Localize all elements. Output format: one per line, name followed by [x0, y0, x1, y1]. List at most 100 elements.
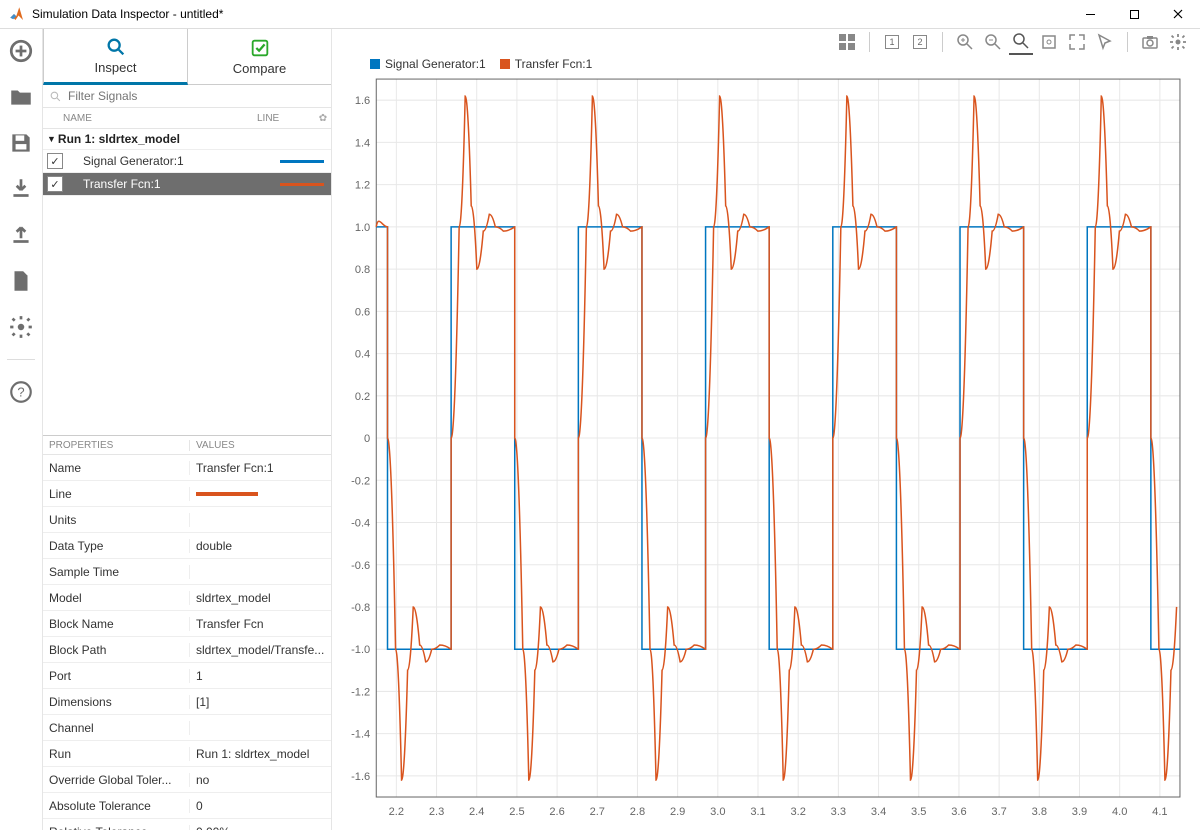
tab-inspect-label: Inspect [95, 60, 137, 75]
property-key: Absolute Tolerance [43, 799, 190, 813]
svg-text:3.0: 3.0 [710, 806, 725, 818]
window-close-button[interactable] [1156, 0, 1200, 28]
property-row[interactable]: Line [43, 481, 331, 507]
subplot-1-button[interactable]: 1 [880, 30, 904, 54]
property-key: Channel [43, 721, 190, 735]
snapshot-button[interactable] [1138, 30, 1162, 54]
left-icon-rail: ? [0, 29, 43, 830]
zoom-in-button[interactable] [953, 30, 977, 54]
svg-text:-1.4: -1.4 [351, 728, 370, 740]
svg-text:?: ? [17, 384, 24, 399]
property-row[interactable]: Data Typedouble [43, 533, 331, 559]
signal-checkbox[interactable]: ✓ [47, 176, 63, 192]
property-row[interactable]: Units [43, 507, 331, 533]
legend-item: Transfer Fcn:1 [500, 57, 593, 71]
signal-row[interactable]: ✓ Signal Generator:1 [43, 150, 331, 173]
svg-text:1.6: 1.6 [355, 95, 370, 107]
tab-compare-label: Compare [233, 61, 286, 76]
svg-text:1.2: 1.2 [355, 179, 370, 191]
properties-col-header: PROPERTIES [43, 440, 190, 451]
filter-signals-input[interactable] [66, 88, 325, 104]
fit-to-view-button[interactable] [1037, 30, 1061, 54]
svg-text:3.5: 3.5 [911, 806, 926, 818]
property-row[interactable]: Override Global Toler...no [43, 767, 331, 793]
property-value: Transfer Fcn [190, 617, 331, 631]
tab-inspect[interactable]: Inspect [43, 29, 188, 85]
property-row[interactable]: Block NameTransfer Fcn [43, 611, 331, 637]
property-row[interactable]: Port1 [43, 663, 331, 689]
svg-text:2.3: 2.3 [429, 806, 444, 818]
import-button[interactable] [5, 173, 37, 205]
signal-name: Transfer Fcn:1 [67, 177, 273, 191]
layout-grid-button[interactable] [835, 30, 859, 54]
cursor-button[interactable] [1093, 30, 1117, 54]
export-button[interactable] [5, 219, 37, 251]
property-row[interactable]: RunRun 1: sldrtex_model [43, 741, 331, 767]
property-row[interactable]: Absolute Tolerance0 [43, 793, 331, 819]
subplot-2-button[interactable]: 2 [908, 30, 932, 54]
signal-table-header: NAME LINE ✿ [43, 108, 331, 129]
help-button[interactable]: ? [5, 376, 37, 408]
magnifier-icon [105, 36, 127, 58]
plot-settings-button[interactable] [1166, 30, 1190, 54]
property-key: Units [43, 513, 190, 527]
chart-area[interactable]: 2.22.32.42.52.62.72.82.93.03.13.23.33.43… [332, 73, 1200, 830]
add-run-button[interactable] [5, 35, 37, 67]
property-row[interactable]: Dimensions[1] [43, 689, 331, 715]
svg-text:2.6: 2.6 [549, 806, 564, 818]
svg-text:4.0: 4.0 [1112, 806, 1127, 818]
property-key: Model [43, 591, 190, 605]
svg-text:3.3: 3.3 [831, 806, 846, 818]
gear-icon[interactable]: ✿ [315, 113, 331, 124]
signal-row[interactable]: ✓ Transfer Fcn:1 [43, 173, 331, 196]
property-row[interactable]: Channel [43, 715, 331, 741]
checkbox-icon [249, 37, 271, 59]
matlab-logo-icon [8, 5, 26, 23]
signal-line-swatch [273, 160, 331, 163]
property-row[interactable]: Block Pathsldrtex_model/Transfe... [43, 637, 331, 663]
property-value: Transfer Fcn:1 [190, 461, 331, 475]
property-row[interactable]: Sample Time [43, 559, 331, 585]
property-key: Relative Tolerance [43, 825, 190, 830]
svg-text:1.0: 1.0 [355, 222, 370, 234]
signal-line-swatch [273, 183, 331, 186]
tab-compare[interactable]: Compare [188, 29, 331, 85]
property-row[interactable]: Modelsldrtex_model [43, 585, 331, 611]
svg-text:0.2: 0.2 [355, 391, 370, 403]
property-value: no [190, 773, 331, 787]
svg-text:2.9: 2.9 [670, 806, 685, 818]
property-key: Port [43, 669, 190, 683]
open-folder-button[interactable] [5, 81, 37, 113]
plot-pane: 1 2 Signal Generator:1Transfer Fcn:1 2.2… [332, 29, 1200, 830]
zoom-time-button[interactable] [1009, 29, 1033, 55]
svg-text:2.7: 2.7 [590, 806, 605, 818]
property-row[interactable]: NameTransfer Fcn:1 [43, 455, 331, 481]
run-row[interactable]: ▼ Run 1: sldrtex_model [43, 129, 331, 150]
plot-toolbar: 1 2 [332, 29, 1200, 55]
zoom-out-button[interactable] [981, 30, 1005, 54]
property-row[interactable]: Relative Tolerance0.00% [43, 819, 331, 830]
svg-text:-0.4: -0.4 [351, 517, 370, 529]
col-name: NAME [59, 113, 257, 124]
property-value: 0.00% [190, 825, 331, 830]
svg-text:3.1: 3.1 [750, 806, 765, 818]
settings-button[interactable] [5, 311, 37, 343]
svg-text:0.8: 0.8 [355, 264, 370, 276]
toolbar-separator [1127, 32, 1128, 52]
svg-text:2.4: 2.4 [469, 806, 484, 818]
window-minimize-button[interactable] [1068, 0, 1112, 28]
property-key: Data Type [43, 539, 190, 553]
svg-text:0.4: 0.4 [355, 348, 370, 360]
svg-text:2.2: 2.2 [389, 806, 404, 818]
save-button[interactable] [5, 127, 37, 159]
signal-checkbox[interactable]: ✓ [47, 153, 63, 169]
svg-text:0.6: 0.6 [355, 306, 370, 318]
expand-button[interactable] [1065, 30, 1089, 54]
svg-text:2.5: 2.5 [509, 806, 524, 818]
window-maximize-button[interactable] [1112, 0, 1156, 28]
property-value: sldrtex_model/Transfe... [190, 643, 331, 657]
new-file-button[interactable] [5, 265, 37, 297]
signal-name: Signal Generator:1 [67, 154, 273, 168]
toolbar-separator [869, 32, 870, 52]
property-key: Override Global Toler... [43, 773, 190, 787]
